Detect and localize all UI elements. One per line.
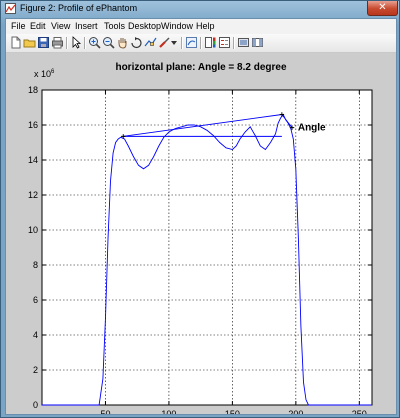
y-tick-label: 16: [28, 120, 38, 130]
close-button[interactable]: ✕: [367, 1, 398, 16]
y-tick-label: 0: [33, 400, 38, 410]
toolbar-separator: [181, 37, 183, 49]
pan-hand-icon[interactable]: [116, 36, 129, 49]
y-tick-label: 4: [33, 330, 38, 340]
zoom-in-icon[interactable]: [88, 36, 101, 49]
new-figure-icon[interactable]: [9, 36, 22, 49]
y-tick-label: 18: [28, 85, 38, 95]
insert-colorbar-icon[interactable]: [204, 36, 217, 49]
matlab-figure-icon: [5, 3, 16, 14]
title-bar[interactable]: Figure 2: Profile of ePhantom ✕: [1, 1, 399, 17]
toolbar-separator: [200, 37, 202, 49]
plot-area: [41, 89, 373, 406]
y-tick-label: 10: [28, 225, 38, 235]
toolbar-separator: [84, 37, 86, 49]
x-tick-label: 50: [100, 409, 110, 414]
data-cursor-icon[interactable]: [144, 36, 157, 49]
hide-plot-tools-icon[interactable]: [237, 36, 250, 49]
figure-toolbar: [6, 34, 396, 53]
x-tick-label: 150: [225, 409, 240, 414]
insert-legend-icon[interactable]: [218, 36, 231, 49]
y-tick-label: 12: [28, 190, 38, 200]
menu-window[interactable]: Window: [161, 21, 193, 31]
menu-edit[interactable]: Edit: [30, 21, 46, 31]
y-axis-exponent-label: x 106: [34, 69, 55, 79]
y-tick-label: 2: [33, 365, 38, 375]
menu-view[interactable]: View: [51, 21, 70, 31]
zoom-out-icon[interactable]: [102, 36, 115, 49]
print-icon[interactable]: [51, 36, 64, 49]
window-title: Figure 2: Profile of ePhantom: [20, 3, 138, 13]
menu-tools[interactable]: Tools: [104, 21, 125, 31]
y-tick-label: 8: [33, 260, 38, 270]
x-tick-label: 250: [352, 409, 367, 414]
open-file-icon[interactable]: [23, 36, 36, 49]
menu-file[interactable]: File: [11, 21, 26, 31]
line-chart[interactable]: 50 100 150 200 250 0 2 4 6 8 10 12 14 16 18 Angle: [6, 53, 396, 414]
angle-annotation-label: Angle: [298, 123, 326, 134]
x-tick-label: 200: [288, 409, 303, 414]
figure-window: Figure 2: Profile of ePhantom ✕ File Edi…: [0, 0, 400, 418]
figure-client-area: File Edit View Insert Tools Desktop Wind…: [5, 18, 397, 415]
figure-canvas: 50 100 150 200 250 0 2 4 6 8 10 12 14 16 18 Angle horiz…: [6, 53, 396, 414]
link-plot-icon[interactable]: [185, 36, 198, 49]
edit-plot-pointer-icon[interactable]: [70, 36, 83, 49]
menu-bar: File Edit View Insert Tools Desktop Wind…: [6, 19, 396, 34]
y-tick-label: 14: [28, 155, 38, 165]
y-tick-label: 6: [33, 295, 38, 305]
menu-desktop[interactable]: Desktop: [128, 21, 161, 31]
x-tick-label: 100: [161, 409, 176, 414]
rotate-3d-icon[interactable]: [130, 36, 143, 49]
brush-dropdown-icon[interactable]: [170, 36, 178, 49]
toolbar-separator: [233, 37, 235, 49]
save-icon[interactable]: [37, 36, 50, 49]
menu-help[interactable]: Help: [196, 21, 215, 31]
toolbar-separator: [66, 37, 68, 49]
show-plot-tools-icon[interactable]: [251, 36, 264, 49]
menu-insert[interactable]: Insert: [75, 21, 98, 31]
plot-title: horizontal plane: Angle = 8.2 degree: [115, 62, 287, 73]
